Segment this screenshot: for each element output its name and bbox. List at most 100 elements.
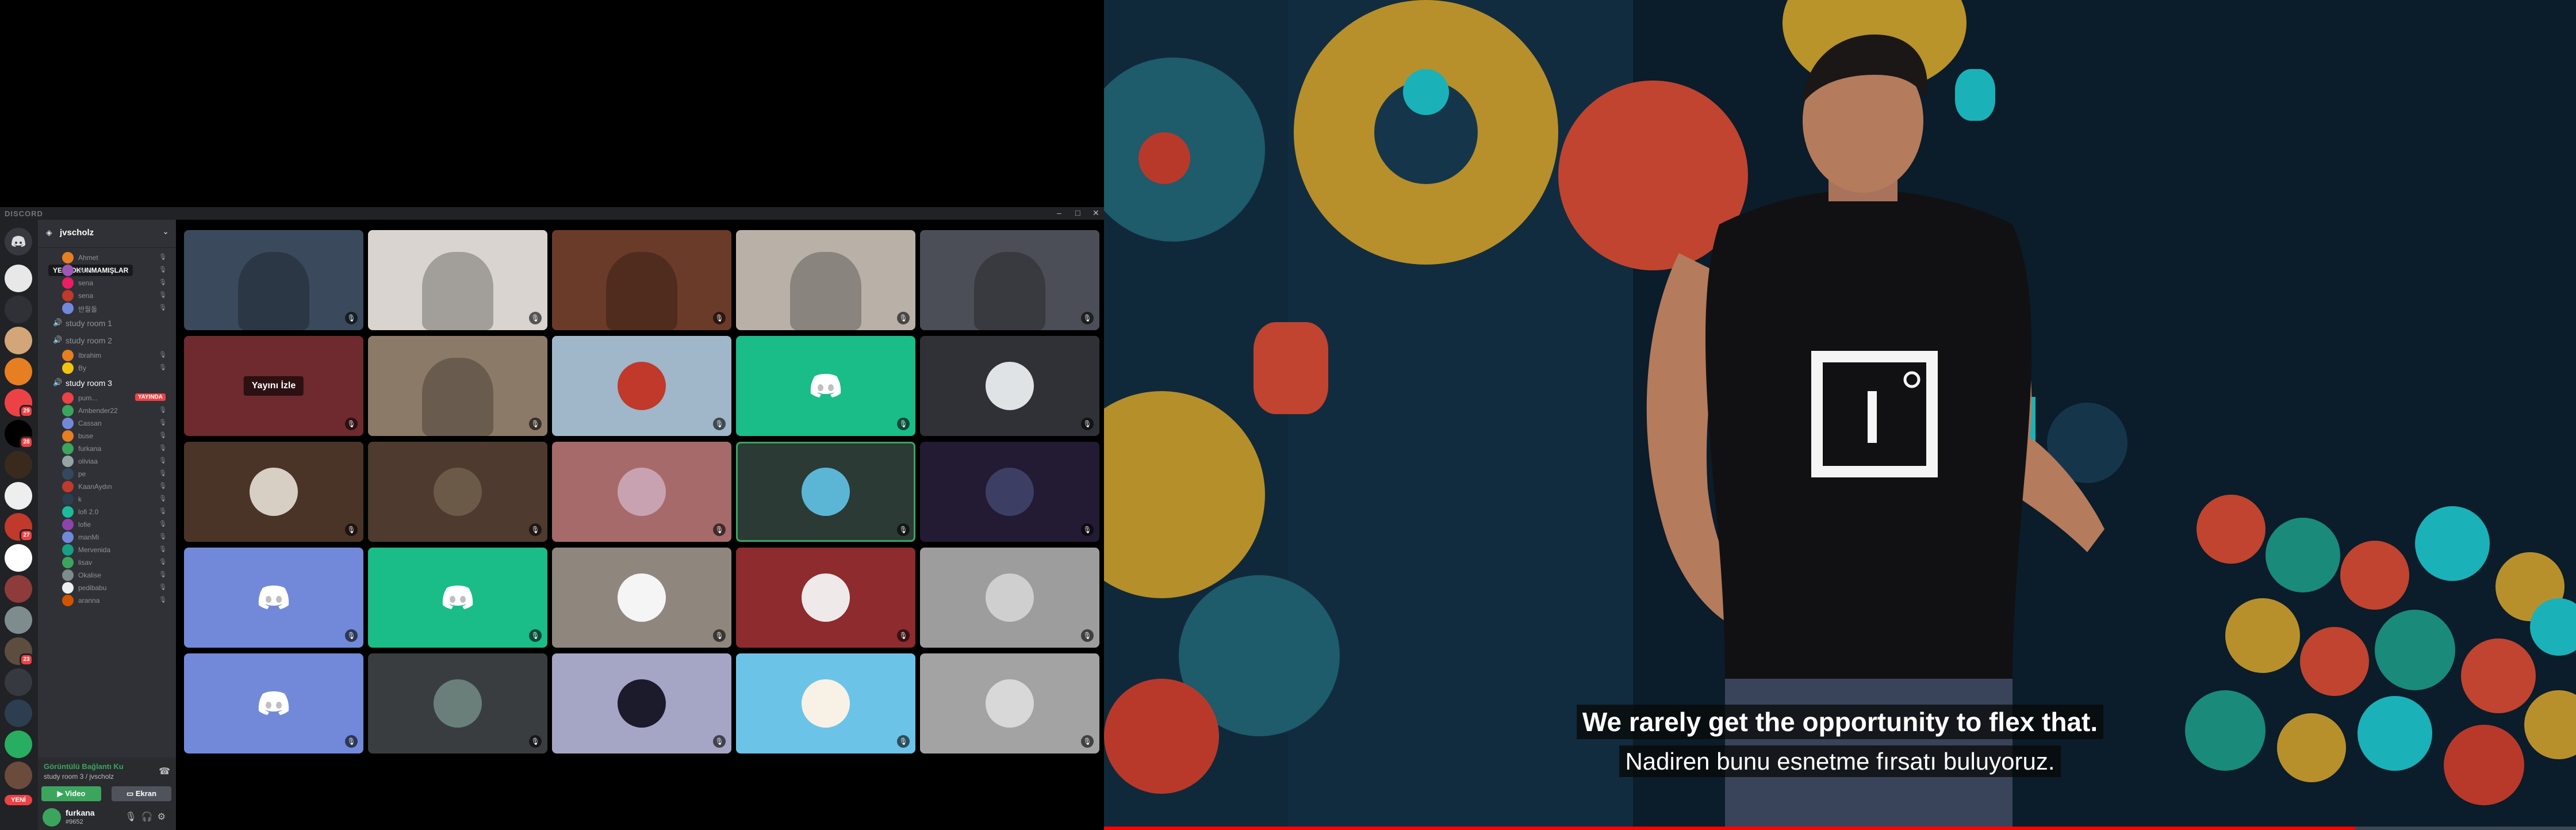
video-tile[interactable]: 🎙 [736, 336, 915, 436]
username: furkana [66, 808, 95, 817]
video-tile[interactable]: 🎙 [368, 442, 547, 542]
server-icon[interactable]: 23 [5, 637, 33, 666]
server-icon[interactable]: 28 [5, 420, 33, 449]
new-unreads-pill[interactable]: YENİ [5, 795, 32, 805]
progress-bar[interactable] [1104, 827, 2576, 830]
voice-user-name: manMi [78, 533, 99, 541]
video-tile[interactable]: 🎙 [368, 653, 547, 753]
dot-decor [2375, 610, 2455, 690]
video-tile[interactable]: 🎙 [920, 230, 1099, 330]
server-icon[interactable]: 27 [5, 513, 33, 542]
video-tile[interactable]: 🎙 [184, 442, 363, 542]
video-tile[interactable]: 🎙 [552, 548, 731, 648]
video-tile[interactable]: 🎙 [552, 442, 731, 542]
video-tile[interactable]: 🎙 [736, 653, 915, 753]
mic-icon: 🎙 [897, 629, 910, 642]
video-tile[interactable]: 🎙 [184, 548, 363, 648]
mic-icon[interactable]: 🎙 [125, 812, 141, 822]
server-icon[interactable] [5, 327, 32, 354]
voice-channel[interactable]: 🔊 study room 1 [51, 315, 171, 330]
video-tile[interactable]: 🎙 [920, 548, 1099, 648]
gear-decor [1254, 322, 1328, 414]
webcam-feed [421, 358, 494, 436]
server-icon[interactable] [5, 730, 32, 758]
watch-stream-button[interactable]: Yayını İzle [243, 376, 304, 396]
mic-icon: 🎙 [159, 521, 167, 527]
progress-fill [1104, 827, 2355, 830]
maximize-icon[interactable]: □ [1075, 208, 1080, 217]
avatar [986, 573, 1034, 622]
server-icon[interactable] [5, 606, 32, 634]
server-icon[interactable] [5, 296, 32, 323]
avatar[interactable] [43, 808, 61, 827]
mic-icon: 🎙 [345, 629, 358, 642]
mic-icon: 🎙 [529, 418, 542, 430]
video-tile[interactable]: 🎙 [552, 336, 731, 436]
video-tile[interactable]: 🎙 [368, 548, 547, 648]
video-button[interactable]: ▶ Video [41, 786, 101, 801]
video-tile[interactable]: 🎙 [736, 548, 915, 648]
voice-user[interactable]: aranna 🎙 [55, 592, 170, 609]
server-icon[interactable] [5, 699, 32, 727]
close-icon[interactable]: ✕ [1092, 208, 1099, 218]
video-tile[interactable]: 🎙 [736, 442, 915, 542]
voice-user[interactable]: 반월돌 🎙 [55, 300, 170, 316]
minimize-icon[interactable]: – [1057, 208, 1061, 217]
gear-icon[interactable]: ⚙ [158, 812, 170, 822]
voice-user-name: sena [78, 279, 94, 287]
video-tile[interactable]: 🎙 [552, 653, 731, 753]
server-rail: 29 28 27 23 YENİ [0, 220, 38, 830]
voice-user[interactable]: By 🎙 [55, 360, 170, 376]
video-tile[interactable]: 🎙 [184, 230, 363, 330]
server-icon[interactable] [5, 265, 32, 292]
server-icon[interactable] [5, 358, 32, 385]
voice-channel[interactable]: 🔊 study room 2 [51, 332, 171, 347]
unread-badge: 23 [20, 653, 33, 666]
video-tile[interactable]: 🎙 [736, 230, 915, 330]
guild-header[interactable]: ◈ jvscholz ⌄ [38, 220, 176, 248]
mic-icon: 🎙 [159, 508, 167, 515]
mic-icon: 🎙 [159, 546, 167, 553]
voice-user-name: k [78, 495, 82, 503]
unread-badge: 28 [20, 436, 33, 449]
server-icon[interactable] [5, 544, 32, 572]
video-player[interactable]: We rarely get the opportunity to flex th… [1104, 0, 2576, 830]
chevron-down-icon[interactable]: ⌄ [162, 227, 169, 236]
mic-icon: 🎙 [159, 470, 167, 477]
screen-icon: ▭ [126, 789, 136, 798]
headphones-icon[interactable]: 🎧 [141, 812, 158, 822]
avatar [62, 290, 74, 301]
subtitle-line-1: We rarely get the opportunity to flex th… [1104, 705, 2576, 739]
video-tile[interactable]: 🎙 [368, 230, 547, 330]
mic-icon: 🎙 [159, 279, 167, 286]
video-tile[interactable]: 🎙 [920, 442, 1099, 542]
voice-status[interactable]: Görüntülü Bağlantı Ku [44, 762, 124, 771]
video-tile[interactable]: 🎙 [368, 336, 547, 436]
video-tile[interactable]: 🎙 [920, 336, 1099, 436]
server-icon[interactable] [5, 482, 32, 510]
server-icon[interactable] [5, 575, 32, 603]
video-tile[interactable]: 🎙 [552, 230, 731, 330]
stream-tile[interactable]: Yayını İzle 🎙 [184, 336, 363, 436]
user-panel: furkana #9652 🎙🎧⚙ [38, 804, 176, 830]
voice-connection-panel: Görüntülü Bağlantı Ku study room 3 / jvs… [38, 758, 176, 804]
screen-share-button[interactable]: ▭ Ekran [112, 786, 171, 801]
server-icon[interactable] [5, 451, 32, 479]
voice-channel[interactable]: 🔊 study room 3 [51, 375, 171, 390]
server-icon[interactable]: 29 [5, 389, 33, 418]
discord-logo-icon [258, 691, 289, 715]
app-title: DISCORD [5, 209, 43, 218]
server-icon[interactable] [5, 668, 32, 696]
voice-user-name: Cassan [78, 419, 102, 427]
video-tile[interactable]: 🎙 [920, 653, 1099, 753]
voice-user-name: furkana [78, 445, 102, 453]
disconnect-icon[interactable]: ☎ [159, 766, 170, 777]
mic-icon: 🎙 [897, 312, 910, 324]
mic-icon: 🎙 [529, 629, 542, 642]
mic-icon: 🎙 [159, 407, 167, 414]
voice-user-name: Ibrahim [78, 351, 102, 359]
discord-home-icon[interactable] [5, 228, 32, 255]
avatar [62, 506, 74, 518]
video-tile[interactable]: 🎙 [184, 653, 363, 753]
server-icon[interactable] [5, 762, 32, 789]
